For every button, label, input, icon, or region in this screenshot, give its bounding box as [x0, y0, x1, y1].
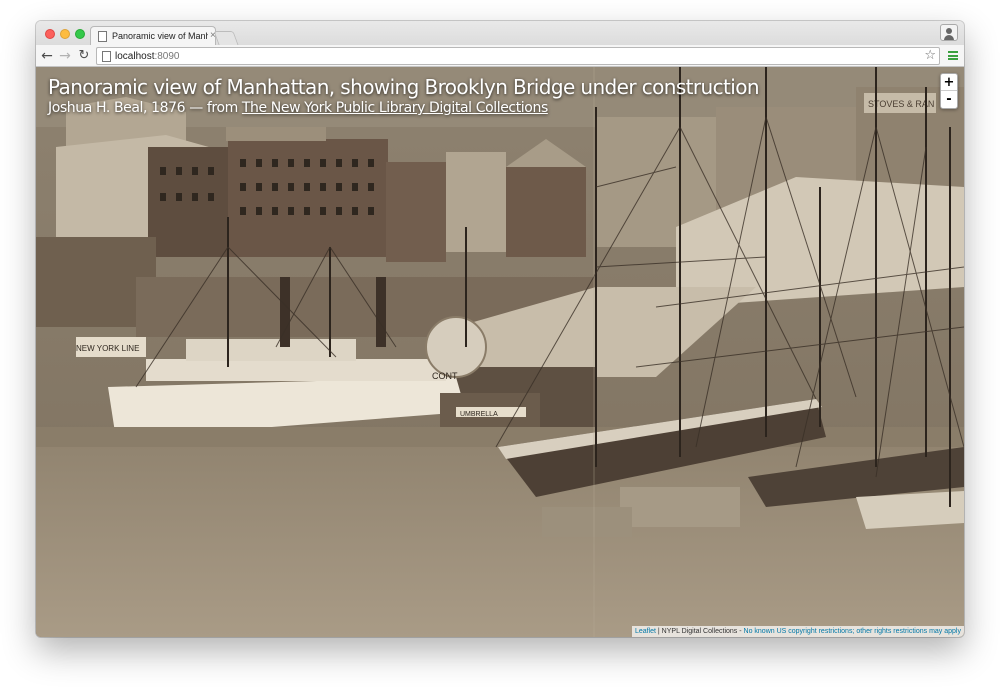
browser-toolbar: ← → ↻ localhost:8090 ☆ — [36, 45, 964, 67]
tab-title: Panoramic view of Manhatt — [112, 31, 208, 41]
url-text[interactable]: localhost:8090 — [115, 50, 180, 63]
address-bar[interactable]: localhost:8090 ☆ — [96, 47, 940, 65]
map-viewport[interactable]: STOVES & RAN NEW YORK LINE CONT UMBRELLA — [36, 67, 964, 637]
boat-name: CONT — [432, 371, 458, 381]
browser-window: Panoramic view of Manhatt × ← → ↻ localh… — [36, 21, 964, 637]
url-port: :8090 — [154, 51, 180, 62]
zoom-out-button[interactable]: - — [941, 91, 957, 108]
warehouse-sign: NEW YORK LINE — [76, 344, 139, 353]
reload-icon[interactable]: ↻ — [76, 48, 92, 64]
panorama-photo: STOVES & RAN NEW YORK LINE CONT UMBRELLA — [36, 67, 964, 637]
caption-subtitle: Joshua H. Beal, 1876 — from The New York… — [48, 99, 759, 117]
zoom-window-button[interactable] — [75, 29, 85, 39]
hamburger-menu-icon[interactable] — [948, 51, 958, 60]
page-icon — [98, 30, 107, 42]
title-bar: Panoramic view of Manhatt × — [36, 21, 964, 45]
person-icon[interactable] — [940, 24, 958, 41]
zoom-control: + - — [940, 73, 958, 109]
close-window-button[interactable] — [45, 29, 55, 39]
browser-tab[interactable]: Panoramic view of Manhatt × — [90, 26, 216, 45]
building-sign: STOVES & RAN — [868, 99, 934, 109]
star-icon[interactable]: ☆ — [924, 48, 936, 64]
url-host: localhost — [115, 51, 155, 62]
arrow-left-icon[interactable]: ← — [39, 48, 55, 64]
image-caption: Panoramic view of Manhattan, showing Bro… — [48, 75, 760, 117]
zoom-in-button[interactable]: + — [941, 74, 957, 91]
dock-sign: UMBRELLA — [460, 411, 498, 418]
minimize-window-button[interactable] — [60, 29, 70, 39]
map-attribution: Leaflet | NYPL Digital Collections - No … — [631, 626, 964, 637]
leaflet-link[interactable]: Leaflet — [635, 628, 656, 635]
arrow-right-icon[interactable]: → — [57, 48, 73, 64]
nypl-collections-link[interactable]: The New York Public Library Digital Coll… — [242, 100, 548, 116]
caption-credit: Joshua H. Beal, 1876 — from — [48, 100, 242, 116]
attribution-source: | NYPL Digital Collections - — [655, 628, 744, 635]
rights-link[interactable]: No known US copyright restrictions; othe… — [744, 628, 961, 635]
new-tab-button[interactable] — [213, 31, 239, 45]
page-icon — [102, 51, 111, 62]
caption-title: Panoramic view of Manhattan, showing Bro… — [48, 75, 760, 99]
